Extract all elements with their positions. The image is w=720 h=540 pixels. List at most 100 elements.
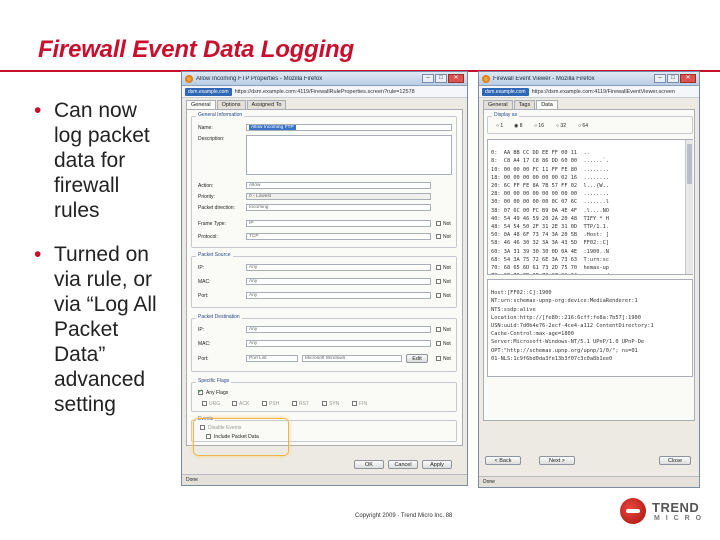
close-window-button[interactable]: ✕ <box>448 74 464 83</box>
bullet-line: via rule, or <box>54 268 153 291</box>
minimize-button[interactable]: – <box>654 74 666 83</box>
firefox-icon <box>482 74 490 83</box>
radio-8[interactable]: ◉ 8 <box>514 123 523 129</box>
specific-flags-group: Specific Flags Any Flags URG ACK PSH RST… <box>191 378 457 412</box>
radio-16[interactable]: ○ 16 <box>534 123 544 129</box>
frame-not-checkbox[interactable] <box>436 221 441 226</box>
flag-syn-checkbox[interactable] <box>322 401 327 406</box>
not-label: Not <box>443 293 451 299</box>
status-bar: Done <box>182 474 467 485</box>
event-viewer-window: Firewall Event Viewer - Mozilla Firefox … <box>478 71 700 488</box>
status-bar: Done <box>479 476 699 487</box>
bullet-line: Data” <box>54 343 106 366</box>
source-ip-not-checkbox[interactable] <box>436 265 441 270</box>
tab-general[interactable]: General <box>483 100 513 109</box>
scroll-thumb[interactable] <box>687 144 692 184</box>
maximize-button[interactable]: □ <box>667 74 679 83</box>
dest-port-not-checkbox[interactable] <box>436 356 441 361</box>
data-panel: Display as ○ 1 ◉ 8 ○ 16 ○ 32 ○ 64 0: AA … <box>483 109 695 421</box>
radio-1[interactable]: ○ 1 <box>496 123 503 129</box>
description-textarea[interactable] <box>246 135 452 175</box>
minimize-button[interactable]: – <box>422 74 434 83</box>
flag-ack-checkbox[interactable] <box>232 401 237 406</box>
window-titlebar[interactable]: Allow Incoming FTP Properties - Mozilla … <box>182 72 467 86</box>
any-flags-checkbox[interactable] <box>198 388 203 395</box>
group-label: General Information <box>196 112 245 118</box>
action-select[interactable]: Allow <box>246 182 431 189</box>
radio-64[interactable]: ○ 64 <box>578 123 588 129</box>
packet-text: Host:[FF02::C]:1900 NT:urn:schemas-upnp-… <box>491 290 654 362</box>
dest-ip-not-checkbox[interactable] <box>436 327 441 332</box>
description-label: Description: <box>198 136 225 142</box>
bullet-dot: • <box>34 99 42 122</box>
apply-button[interactable]: Apply <box>422 460 452 469</box>
url-bar[interactable]: dsm.example.com https://dsm.example.com:… <box>479 86 699 98</box>
priority-select[interactable]: 0 - Lowest <box>246 193 431 200</box>
flag-label: PSH <box>269 401 280 407</box>
general-info-group: General Information Name: Allow Incoming… <box>191 112 457 248</box>
slide-title: Firewall Event Data Logging <box>38 36 354 63</box>
hex-scrollbar[interactable] <box>685 140 693 274</box>
url-text[interactable]: https://dsm.example.com:4119/FirewallEve… <box>532 89 675 95</box>
source-ip-select[interactable]: Any <box>246 264 431 271</box>
tab-assigned-to[interactable]: Assigned To <box>246 100 287 109</box>
site-identity-badge[interactable]: dsm.example.com <box>185 87 232 96</box>
url-bar[interactable]: dsm.example.com https://dsm.example.com:… <box>182 86 467 98</box>
bullet-line: log packet <box>54 124 150 147</box>
dest-mac-not-checkbox[interactable] <box>436 341 441 346</box>
source-port-not-checkbox[interactable] <box>436 293 441 298</box>
flag-psh-checkbox[interactable] <box>262 401 267 406</box>
not-label: Not <box>443 265 451 271</box>
ok-button[interactable]: OK <box>354 460 384 469</box>
flag-rst-checkbox[interactable] <box>292 401 297 406</box>
dest-port-list-select[interactable]: Microsoft Windows <box>302 355 402 362</box>
tab-data[interactable]: Data <box>536 100 558 109</box>
maximize-button[interactable]: □ <box>435 74 447 83</box>
any-flags-label: Any Flags <box>206 390 229 396</box>
tab-options[interactable]: Options <box>216 100 246 109</box>
close-button[interactable]: Close <box>659 456 691 465</box>
not-label: Not <box>443 327 451 333</box>
hex-dump-pane[interactable]: 0: AA BB CC DD EE FF 00 11 .. 8: C8 A4 1… <box>487 139 693 275</box>
flag-label: ACK <box>239 401 250 407</box>
dest-mac-select[interactable]: Any <box>246 340 431 347</box>
flag-fin-checkbox[interactable] <box>352 401 357 406</box>
not-label: Not <box>443 341 451 347</box>
copyright-text: Copyright 2009 · Trend Micro Inc. 88 <box>355 513 453 519</box>
frame-type-select[interactable]: IP <box>246 220 431 227</box>
source-port-label: Port: <box>198 293 209 299</box>
window-titlebar[interactable]: Firewall Event Viewer - Mozilla Firefox … <box>479 72 699 86</box>
bullet-line: firewall <box>54 174 120 197</box>
url-text[interactable]: https://dsm.example.com:4119/FirewallRul… <box>235 89 415 95</box>
tab-general[interactable]: General <box>186 100 216 109</box>
protocol-not-checkbox[interactable] <box>436 234 441 239</box>
protocol-select[interactable]: TCP <box>246 233 431 240</box>
tab-strip: General Tags Data <box>479 98 699 109</box>
bullet-line: Packet <box>54 318 119 341</box>
bullet-2: • Turned on via rule, or via “Log All Pa… <box>34 242 184 417</box>
site-identity-badge[interactable]: dsm.example.com <box>482 87 529 96</box>
dest-port-select[interactable]: Port List <box>246 355 298 362</box>
edit-port-list-button[interactable]: Edit <box>406 354 428 363</box>
source-mac-not-checkbox[interactable] <box>436 279 441 284</box>
radio-32[interactable]: ○ 32 <box>556 123 566 129</box>
group-label: Packet Source <box>196 252 233 258</box>
flag-label: SYN <box>329 401 340 407</box>
flag-urg-checkbox[interactable] <box>202 401 207 406</box>
group-label: Packet Destination <box>196 314 242 320</box>
priority-label: Priority: <box>198 194 215 200</box>
name-input[interactable]: Allow Incoming FTP <box>246 124 452 131</box>
logo-word: TREND <box>652 500 700 515</box>
dest-ip-select[interactable]: Any <box>246 326 431 333</box>
packet-text-pane[interactable]: Host:[FF02::C]:1900 NT:urn:schemas-upnp-… <box>487 279 693 377</box>
tab-tags[interactable]: Tags <box>513 100 536 109</box>
next-button[interactable]: Next > <box>539 456 575 465</box>
source-port-select[interactable]: Any <box>246 292 431 299</box>
back-button[interactable]: < Back <box>485 456 521 465</box>
close-window-button[interactable]: ✕ <box>680 74 696 83</box>
bullet-1: • Can now log packet data for firewall r… <box>34 98 184 223</box>
cancel-button[interactable]: Cancel <box>388 460 418 469</box>
bullet-line: setting <box>54 393 116 416</box>
source-mac-select[interactable]: Any <box>246 278 431 285</box>
direction-select[interactable]: Incoming <box>246 204 431 211</box>
